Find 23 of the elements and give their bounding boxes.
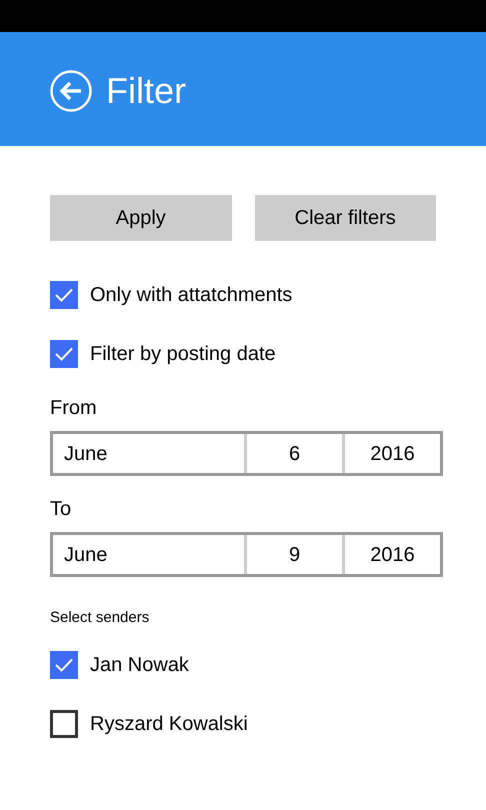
checkbox-label: Jan Nowak <box>90 652 189 678</box>
checkbox[interactable] <box>50 340 78 368</box>
year-field[interactable]: 2016 <box>345 535 440 574</box>
checkmark-icon <box>55 658 73 672</box>
checkbox[interactable] <box>50 281 78 309</box>
checkmark-icon <box>55 347 73 361</box>
day-field[interactable]: 9 <box>247 535 345 574</box>
month-field[interactable]: June <box>53 434 247 473</box>
date-label: To <box>50 497 72 522</box>
checkbox-label: Only with attatchments <box>90 283 292 308</box>
month-field[interactable]: June <box>53 535 247 574</box>
page-title: Filter <box>106 69 186 113</box>
action-button[interactable]: Apply <box>50 195 232 241</box>
year-field[interactable]: 2016 <box>345 434 440 473</box>
checkbox[interactable] <box>50 650 78 678</box>
section-heading: Select senders <box>50 608 150 628</box>
action-button[interactable]: Clear filters <box>254 195 436 241</box>
checkbox-label: Filter by posting date <box>90 342 276 367</box>
date-label: From <box>50 396 98 421</box>
checkmark-icon <box>55 288 73 302</box>
day-field[interactable]: 6 <box>247 434 345 473</box>
checkbox-label: Ryszard Kowalski <box>90 712 248 736</box>
checkbox[interactable] <box>50 710 78 738</box>
